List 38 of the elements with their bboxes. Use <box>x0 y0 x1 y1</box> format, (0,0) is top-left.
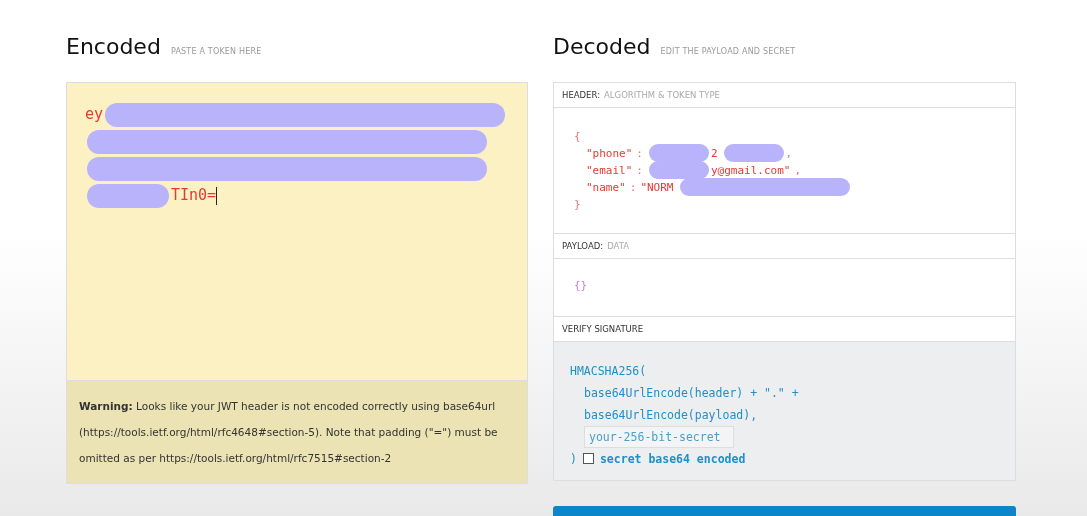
token-editor[interactable] <box>66 82 528 484</box>
json-punctuation: , <box>785 146 793 160</box>
code-line: base64UrlEncode(header) + "." + <box>584 384 799 402</box>
json-punctuation: : <box>636 163 643 177</box>
json-key: "name" <box>586 180 626 194</box>
text-cursor <box>216 186 218 205</box>
section-title: Encoded <box>66 34 161 59</box>
action-bar[interactable] <box>553 506 1016 516</box>
panel-hint: ALGORITHM & TOKEN TYPE <box>604 89 720 100</box>
token-text: ey <box>85 104 104 125</box>
json-punctuation: , <box>794 163 802 177</box>
json-punctuation: {} <box>574 278 588 292</box>
code-line: HMACSHA256( <box>570 362 648 380</box>
section-subtitle: EDIT THE PAYLOAD AND SECRET <box>660 47 796 56</box>
panel-label: VERIFY SIGNATURE <box>562 323 644 334</box>
code-line: base64UrlEncode(payload), <box>584 406 758 424</box>
secret-input[interactable]: your-256-bit-secret <box>584 425 734 448</box>
panel-label: PAYLOAD: <box>562 240 604 251</box>
json-punctuation: { <box>574 129 581 143</box>
redaction-scribble <box>649 144 709 163</box>
json-punctuation: } <box>574 197 581 211</box>
json-key: "email" <box>586 163 633 177</box>
json-punctuation: : <box>629 180 637 194</box>
json-key: "phone" <box>586 146 633 160</box>
section-subtitle: PASTE A TOKEN HERE <box>170 47 262 56</box>
warning-message: Warning: Looks like your JWT header is not encoded correctly using base64url (https://tools.ietf.org/html/rfc4648#section-5). Note that padding ("=") must be omitted as per https://tools.ietf.org/html/rfc7515#section-2 <box>67 380 527 483</box>
code-line: ) <box>570 450 577 468</box>
checkbox-label: secret base64 encoded <box>599 450 746 468</box>
checkbox[interactable] <box>582 453 594 465</box>
json-value: y@gmail.com" <box>711 163 791 177</box>
panel-hint: DATA <box>607 240 630 251</box>
json-punctuation: : <box>636 146 643 160</box>
section-title: Decoded <box>553 34 651 59</box>
panel-label: HEADER: <box>562 89 600 100</box>
json-value: 2 <box>711 146 718 160</box>
redaction-scribble <box>723 144 784 163</box>
json-value: "NORM <box>640 180 674 194</box>
token-text: TIn0= <box>171 185 217 206</box>
